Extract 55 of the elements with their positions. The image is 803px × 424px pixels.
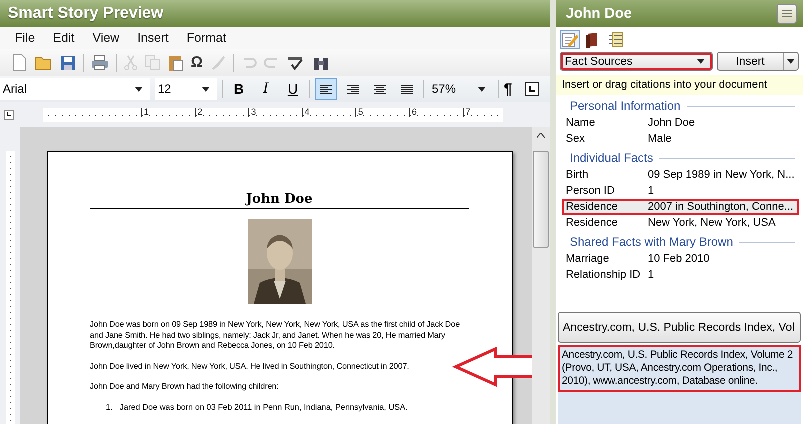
insert-button[interactable]: Insert — [717, 52, 799, 71]
hint-text: Insert or drag citations into your document — [556, 75, 803, 95]
spell-check-icon[interactable] — [287, 54, 306, 70]
align-left-button[interactable] — [315, 78, 337, 100]
align-justify-icon — [401, 84, 413, 94]
scrollbar[interactable] — [532, 127, 550, 424]
document-heading: John Doe — [90, 192, 469, 209]
menu-item[interactable]: View — [86, 29, 127, 47]
list-number: 1. — [106, 402, 113, 412]
text-style-button[interactable]: U — [282, 78, 304, 100]
save-icon[interactable] — [60, 54, 76, 70]
new-document-icon[interactable] — [12, 54, 28, 72]
font-size-dropdown[interactable]: 12 — [155, 78, 217, 100]
pilcrow-button[interactable]: ¶ — [504, 80, 512, 98]
scroll-up-icon[interactable] — [537, 132, 545, 138]
section-title: Shared Facts with Mary Brown — [570, 235, 734, 249]
clipboard-icon[interactable] — [168, 54, 184, 72]
folder-icon[interactable] — [35, 54, 53, 70]
fact-row[interactable]: Person ID 1 — [562, 183, 799, 199]
fact-row[interactable]: Name John Doe — [562, 115, 799, 131]
zoom-dropdown[interactable]: 57% — [429, 78, 493, 100]
sources-dropdown[interactable]: Fact Sources — [560, 52, 713, 71]
menu-item[interactable]: File — [8, 29, 42, 47]
window-title: Smart Story Preview — [0, 0, 550, 27]
align-right-icon — [347, 84, 359, 94]
tab-stop-icon[interactable] — [4, 110, 14, 120]
section-title: Individual Facts — [570, 151, 654, 165]
menu-icon[interactable] — [777, 4, 797, 24]
align-center-icon — [374, 84, 386, 94]
fact-row[interactable]: Marriage 10 Feb 2010 — [562, 251, 799, 267]
fact-row[interactable]: Residence New York, New York, USA — [562, 215, 799, 231]
horizontal-ruler: 1 2 3 4 5 6 7 — [43, 108, 503, 122]
text-style-button[interactable]: I — [255, 78, 277, 100]
fact-row[interactable]: Birth 09 Sep 1989 in New York, N... — [562, 167, 799, 183]
align-left-icon — [320, 84, 332, 94]
printer-icon[interactable] — [91, 54, 109, 70]
citation-text: Ancestry.com, U.S. Public Records Index, Volume 2 (Provo, UT, USA, Ancestry.com Operations, Inc., 2010), www.ancestry.com, Database online. — [558, 345, 801, 392]
paragraph: John Doe and Mary Brown had the following children: — [90, 382, 280, 392]
menu-item[interactable]: Format — [180, 29, 234, 47]
menu-item[interactable]: Insert — [130, 29, 176, 47]
menu-item[interactable]: Edit — [46, 29, 82, 47]
text-style-button[interactable]: B — [228, 78, 250, 100]
fact-row[interactable]: Relationship ID 1 — [562, 267, 799, 283]
citation-dropdown[interactable]: Ancestry.com, U.S. Public Records Index, Vol — [558, 312, 801, 343]
list-tab-icon[interactable] — [606, 30, 626, 49]
fact-row[interactable]: Sex Male — [562, 131, 799, 147]
symbol-button[interactable]: Ω — [191, 54, 204, 71]
font-dropdown[interactable]: Arial — [0, 78, 150, 100]
tab-stop-icon[interactable] — [525, 82, 540, 96]
fact-row[interactable]: Residence 2007 in Southington, Conne... — [562, 199, 799, 215]
section-title: Personal Information — [570, 99, 681, 113]
paragraph: John Doe was born on 09 Sep 1989 in New York, New York, New York, USA as the first child of Jack Doe and Jane Smith. He had two siblings, namely: Jack Jr, and Janet. When he was 20, He married Mary Brown,daughter of John Brown and Rebecca Jones, on 10 Feb 2010. — [90, 320, 462, 352]
paragraph: John Doe lived in New York, New York, USA. He lived in Southington, Connecticut in 2007. — [90, 362, 410, 372]
list-item-text: Jared Doe was born on 03 Feb 2011 in Penn Run, Indiana, Pennsylvania, USA. — [120, 402, 408, 412]
panel-title: John Doe — [566, 6, 632, 22]
